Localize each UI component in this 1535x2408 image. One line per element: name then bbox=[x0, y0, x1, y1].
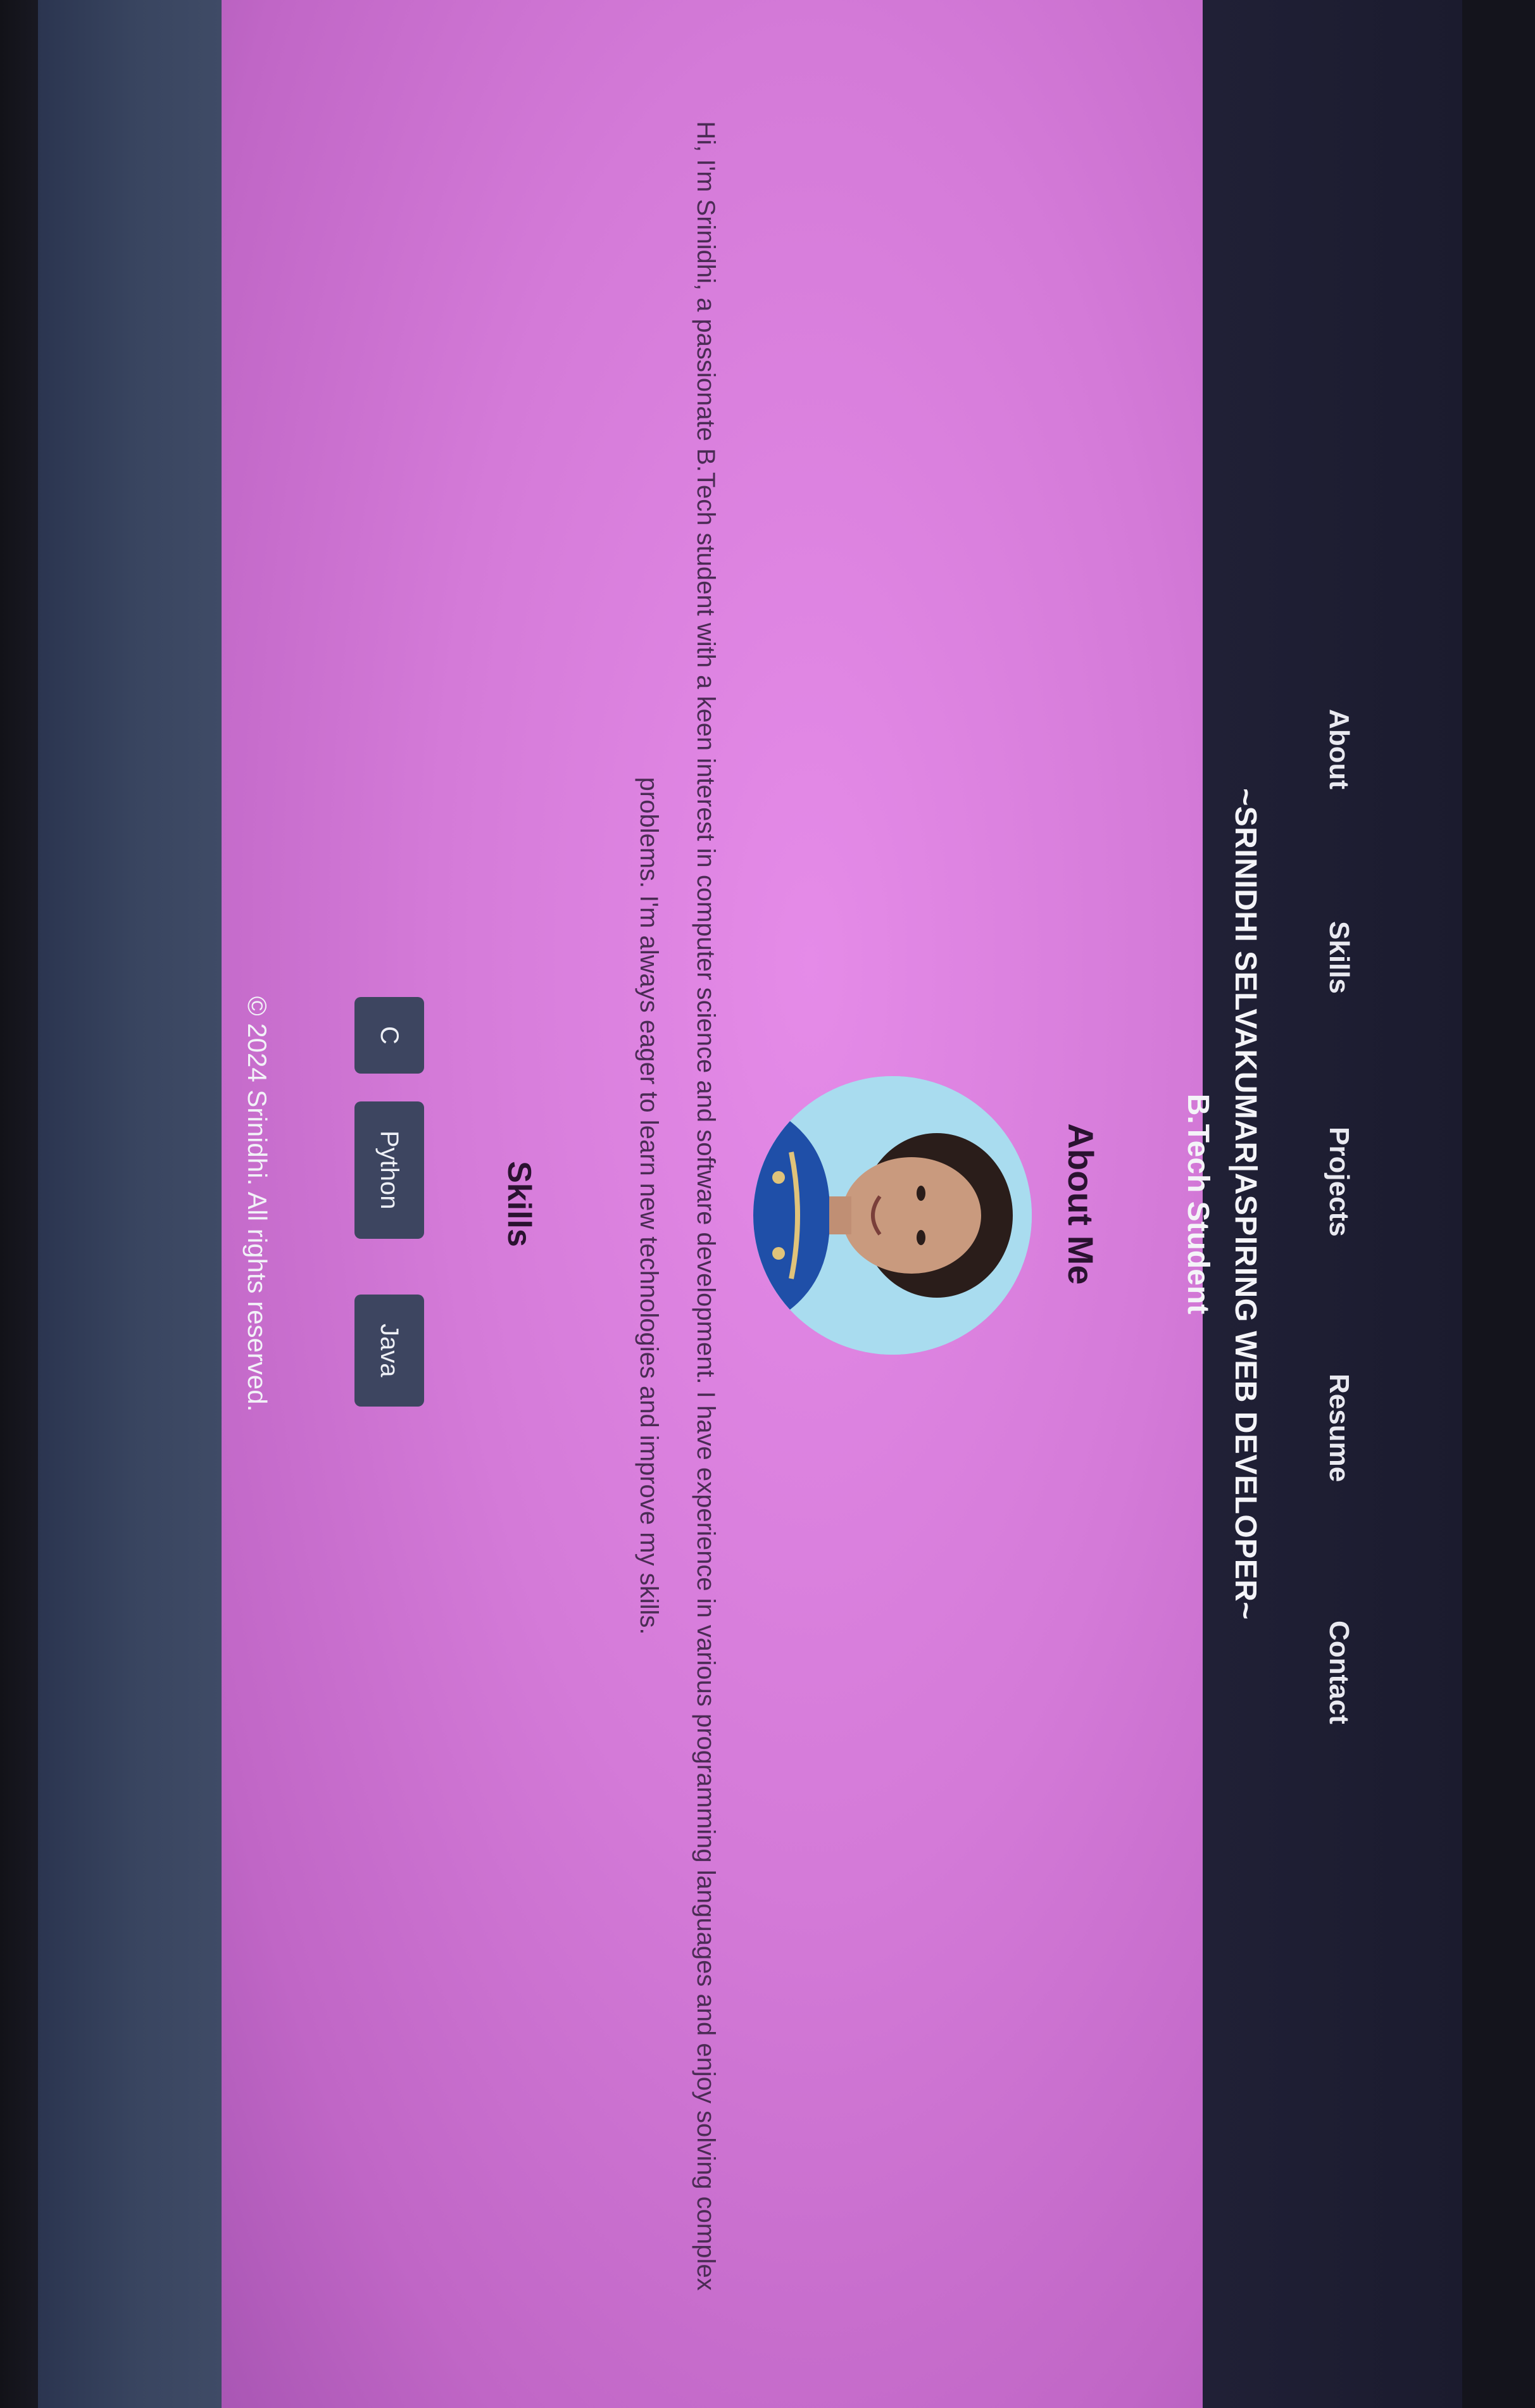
nav-link-contact[interactable]: Contact bbox=[1323, 1621, 1355, 1724]
top-navigation: About Skills Projects Resume Contact bbox=[1304, 0, 1355, 2408]
nav-link-skills[interactable]: Skills bbox=[1323, 921, 1355, 994]
skill-badge-java: Java bbox=[354, 1295, 424, 1407]
nav-link-projects[interactable]: Projects bbox=[1323, 1127, 1355, 1237]
skill-badge-python: Python bbox=[354, 1101, 424, 1239]
nav-link-resume[interactable]: Resume bbox=[1323, 1374, 1355, 1482]
profile-photo-icon bbox=[753, 1076, 1032, 1355]
footer-copyright: © 2024 Srinidhi. All rights reserved. bbox=[242, 996, 272, 1412]
site-subtitle: B.Tech Student bbox=[1181, 1093, 1215, 1315]
portfolio-page: About Skills Projects Resume Contact ~SR… bbox=[38, 0, 1462, 2408]
about-heading: About Me bbox=[1061, 1123, 1101, 1285]
nav-link-about[interactable]: About bbox=[1323, 709, 1355, 789]
site-title: ~SRINIDHI SELVAKUMAR|ASPIRING WEB DEVELO… bbox=[1229, 788, 1262, 1620]
avatar bbox=[753, 1076, 1032, 1355]
monitor-bezel: About Skills Projects Resume Contact ~SR… bbox=[0, 0, 1535, 2408]
skill-badge-c: C bbox=[354, 997, 424, 1074]
skills-list: C Python Java bbox=[348, 0, 424, 2408]
skills-heading: Skills bbox=[501, 1161, 537, 1247]
about-description: Hi, I'm Srinidhi, a passionate B.Tech st… bbox=[635, 121, 720, 2291]
